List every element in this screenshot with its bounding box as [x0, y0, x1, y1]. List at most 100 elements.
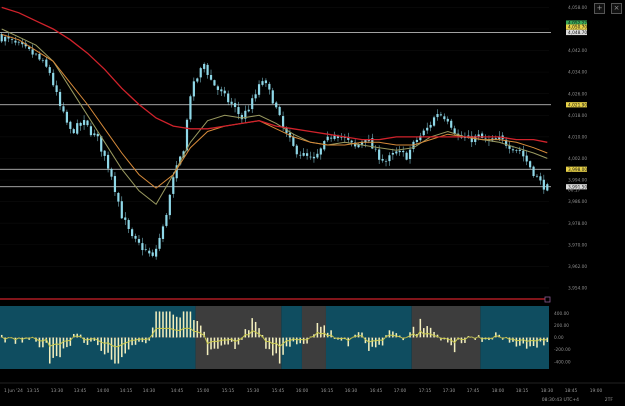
candle-body	[408, 149, 412, 160]
price-label-text: 00:17	[568, 188, 581, 194]
time-tick-label: 13:30	[51, 388, 64, 394]
candle-body	[233, 103, 237, 108]
candle-body	[213, 80, 216, 86]
time-tick-label: 15:45	[272, 388, 285, 394]
candle-body	[247, 109, 250, 112]
candle-body	[532, 166, 535, 176]
candle-body	[374, 148, 377, 150]
candle-body	[281, 116, 285, 128]
price-tick-label: 3,994.00	[568, 178, 587, 184]
candle-body	[148, 250, 151, 254]
time-tick-label: 18:15	[516, 388, 529, 394]
price-label-text: 4,048.70	[568, 30, 587, 36]
candle-body	[209, 75, 213, 80]
time-tick-label: 17:30	[443, 388, 456, 394]
candle-body	[161, 226, 165, 239]
time-tick-label: 13:45	[74, 388, 87, 394]
candle-body	[155, 248, 158, 257]
time-tick-label: 1 Jun '24	[4, 388, 23, 394]
candle-body	[302, 153, 305, 156]
divider-handle[interactable]	[544, 296, 551, 303]
candle-body	[426, 127, 429, 131]
candle-body	[268, 83, 271, 90]
time-tick-label: 16:15	[321, 388, 334, 394]
time-tick-label: 14:45	[171, 388, 184, 394]
price-tick-label: 4,010.00	[568, 134, 587, 140]
price-tick-label: 4,026.00	[568, 91, 587, 97]
candle-body	[165, 214, 168, 226]
horizontal-price-lines[interactable]	[0, 32, 551, 188]
price-tick-label: 4,018.00	[568, 113, 587, 119]
candle-body	[275, 102, 278, 108]
volume-tick-label: -200.00	[554, 347, 571, 353]
add-button[interactable]: +	[594, 3, 605, 14]
candle-body	[69, 121, 72, 129]
candle-body	[206, 64, 209, 75]
candle-body	[326, 136, 329, 141]
price-tick-label: 3,954.00	[568, 286, 587, 292]
time-tick-label: 18:45	[565, 388, 578, 394]
candle-body	[199, 68, 202, 78]
candle-body	[443, 116, 446, 120]
candle-body	[439, 114, 443, 116]
candle-body	[237, 107, 240, 115]
candle-body	[196, 78, 199, 82]
candle-body	[539, 176, 542, 181]
price-tick-label: 4,042.00	[568, 48, 587, 54]
candle-body	[158, 237, 161, 249]
candle-body	[312, 156, 316, 159]
candle-body	[38, 53, 41, 60]
candle-body	[185, 119, 189, 151]
candle-body	[110, 169, 113, 177]
time-tick-label: 19:00	[590, 388, 603, 394]
candle-body	[131, 229, 134, 237]
price-label-text: 4,021.90	[568, 102, 587, 108]
status-zoom[interactable]: 2TF	[605, 397, 614, 403]
candle-body	[384, 161, 388, 162]
volume-tick-label: 0.00	[554, 335, 564, 341]
candle-body	[261, 81, 264, 85]
candle-body	[299, 154, 302, 156]
candle-body	[278, 106, 281, 116]
candle-body	[93, 133, 96, 136]
price-tick-label: 4,002.00	[568, 156, 587, 162]
candle-body	[422, 130, 425, 136]
candle-body	[223, 90, 226, 94]
candle-body	[522, 150, 525, 157]
candle-body	[542, 179, 545, 190]
candle-body	[319, 148, 322, 155]
candle-body	[172, 177, 175, 194]
candle-body	[391, 152, 394, 155]
candle-body	[96, 134, 99, 137]
time-tick-label: 18:30	[541, 388, 554, 394]
candle-body	[106, 154, 110, 169]
candle-body	[340, 137, 343, 138]
candle-body	[264, 80, 268, 84]
candle-body	[117, 192, 120, 202]
volume-background-segment	[480, 306, 549, 369]
time-tick-label: 17:45	[467, 388, 480, 394]
candle-body	[55, 85, 58, 92]
candle-body	[141, 243, 144, 251]
time-tick-label: 14:30	[143, 388, 156, 394]
candle-body	[79, 122, 82, 126]
time-axis: 1 Jun '24 13:15 13:30 13:45 14:00 14:15 14:30 1…	[4, 388, 602, 394]
candle-body	[477, 134, 480, 137]
candle-body	[89, 126, 93, 136]
candle-body	[254, 94, 257, 99]
close-button[interactable]: ×	[611, 3, 622, 14]
moving-average-orange	[1, 33, 548, 189]
trading-chart[interactable]: 4,058.004,050.004,042.004,034.004,026.00…	[0, 0, 625, 406]
candle-body	[388, 155, 391, 162]
price-tick-label: 3,962.00	[568, 264, 587, 270]
candle-body	[45, 59, 48, 67]
candle-body	[257, 84, 261, 95]
candle-body	[381, 159, 384, 161]
candle-body	[518, 149, 521, 151]
candle-body	[515, 150, 518, 151]
candle-body	[168, 194, 171, 216]
candle-body	[227, 93, 230, 103]
candle-body	[295, 145, 298, 155]
candle-body	[271, 90, 274, 104]
candle-body	[41, 60, 44, 62]
